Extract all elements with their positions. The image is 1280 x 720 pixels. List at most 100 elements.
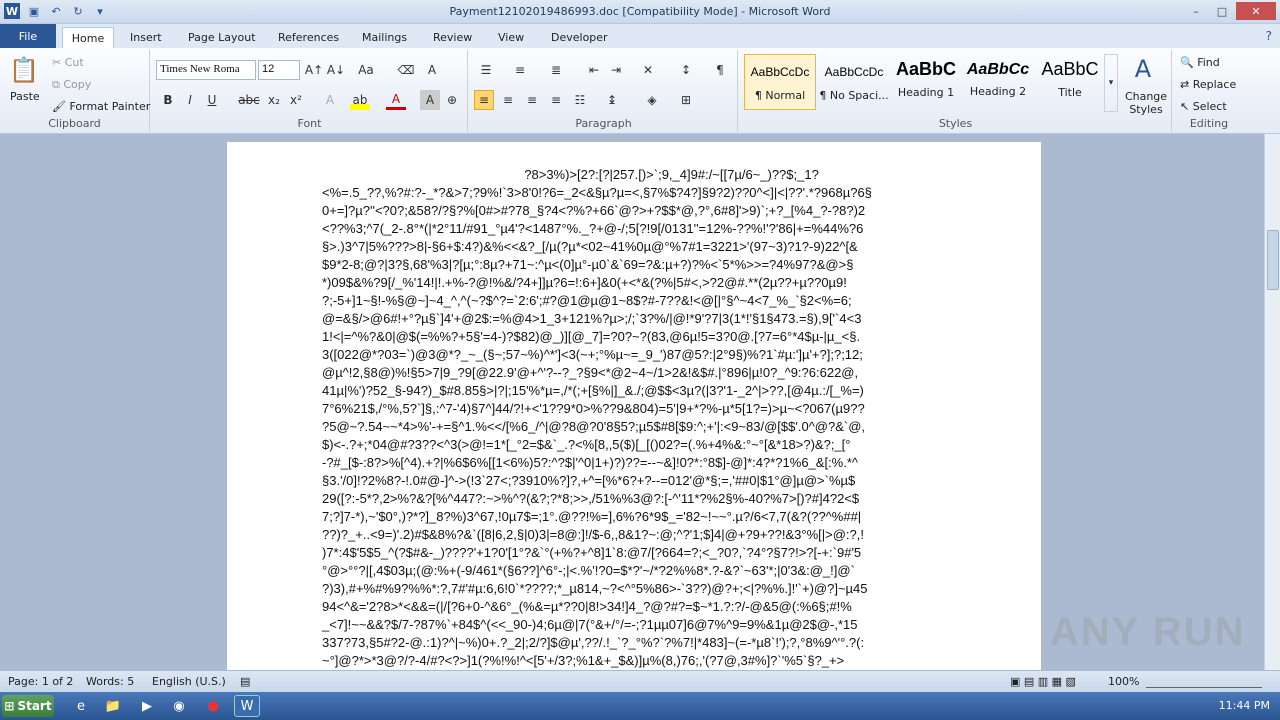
subscript-button[interactable]: x₂ (264, 90, 284, 110)
opera-icon[interactable]: ● (200, 695, 226, 717)
taskbar: ⊞ Start e 📁 ▶ ◉ ● W 11:44 PM (0, 692, 1280, 720)
clipboard-group: 📋 Paste ✂ Cut ⧉ Copy 🖌 Format Painter Cl… (0, 50, 150, 132)
editing-label: Editing (1189, 117, 1229, 130)
borders-icon[interactable]: ⊞ (676, 90, 696, 110)
window-controls: – □ ✕ (1184, 2, 1276, 20)
tab-home[interactable]: Home (62, 27, 114, 48)
bullets-icon[interactable]: ☰ (476, 60, 496, 80)
style-preview: AaBbC (1041, 59, 1099, 79)
view-buttons[interactable]: ▣ ▤ ▥ ▦ ▧ (1010, 675, 1076, 688)
align-center-icon[interactable]: ≡ (498, 90, 518, 110)
text-effects-icon[interactable]: A (320, 90, 340, 110)
asian-layout-icon[interactable]: ✕ (638, 60, 658, 80)
multilevel-list-icon[interactable]: ≣ (546, 60, 566, 80)
strikethrough-button[interactable]: abc (236, 90, 262, 110)
paragraph-group: ☰ ≡ ≣ ⇤ ⇥ ✕ ↕ ¶ ≡ ≡ ≡ ≡ ☷ ↨ ◈ ⊞ Paragrap… (470, 50, 738, 132)
media-player-icon[interactable]: ▶ (134, 695, 160, 717)
start-button[interactable]: ⊞ Start (2, 695, 54, 717)
replace-label: Replace (1192, 78, 1237, 91)
tab-view[interactable]: View (490, 27, 532, 48)
cut-button[interactable]: ✂ Cut (52, 56, 84, 69)
title-bar: W ▣ ↶ ↻ ▾ Payment12102019486993.doc [Com… (0, 0, 1280, 24)
style-label: Heading 1 (897, 86, 955, 99)
change-case-icon[interactable]: Aa (356, 60, 376, 80)
styles-scroll-icon[interactable]: ▾ (1104, 54, 1118, 112)
tab-page-layout[interactable]: Page Layout (180, 27, 264, 48)
minimize-icon[interactable]: – (1184, 2, 1208, 20)
word-taskbar-icon[interactable]: W (234, 695, 260, 717)
style-normal[interactable]: AaBbCcDc ¶ Normal (744, 54, 816, 110)
tab-references[interactable]: References (270, 27, 347, 48)
enclose-characters-icon[interactable]: ⊕ (442, 90, 462, 110)
style-no-spacing[interactable]: AaBbCcDc ¶ No Spaci... (818, 54, 890, 110)
maximize-icon[interactable]: □ (1210, 2, 1234, 20)
justify-icon[interactable]: ≡ (546, 90, 566, 110)
editing-group: 🔍 Find ⇄ Replace ↖ Select Editing (1174, 50, 1244, 132)
page-count[interactable]: Page: 1 of 2 (8, 675, 73, 688)
clock: 11:44 PM (1218, 699, 1270, 712)
close-icon[interactable]: ✕ (1236, 2, 1276, 20)
select-label: Select (1192, 100, 1227, 113)
character-shading-icon[interactable]: A (420, 90, 440, 110)
decrease-indent-icon[interactable]: ⇤ (584, 60, 604, 80)
bold-button[interactable]: B (158, 90, 178, 110)
numbering-icon[interactable]: ≡ (510, 60, 530, 80)
language[interactable]: English (U.S.) (152, 675, 226, 688)
select-button[interactable]: ↖ Select (1180, 100, 1227, 113)
tab-mailings[interactable]: Mailings (354, 27, 415, 48)
replace-button[interactable]: ⇄ Replace (1180, 78, 1236, 91)
clipboard-label: Clipboard (48, 117, 101, 130)
vertical-scrollbar[interactable] (1264, 134, 1280, 670)
paste-icon[interactable]: 📋 (9, 54, 39, 86)
change-styles-button[interactable]: Change Styles (1124, 90, 1168, 116)
cut-label: Cut (64, 56, 84, 69)
underline-button[interactable]: U (202, 90, 222, 110)
tab-developer[interactable]: Developer (543, 27, 616, 48)
explorer-icon[interactable]: 📁 (100, 695, 126, 717)
style-heading-1[interactable]: AaBbC Heading 1 (890, 54, 962, 110)
shrink-font-icon[interactable]: A↓ (326, 60, 346, 80)
ie-icon[interactable]: e (68, 695, 94, 717)
tab-review[interactable]: Review (425, 27, 480, 48)
sort-icon[interactable]: ↕ (676, 60, 696, 80)
italic-button[interactable]: I (180, 90, 200, 110)
style-label: Title (1058, 86, 1082, 99)
align-left-icon[interactable]: ≡ (474, 90, 494, 110)
document-text[interactable]: ?8>3%)>[2?:[?|257.[)>`;9,_4]9#:/~[[7µ/6~… (322, 166, 942, 670)
grow-font-icon[interactable]: A↑ (304, 60, 324, 80)
font-name-select[interactable]: Times New Roma (156, 60, 256, 80)
word-count[interactable]: Words: 5 (86, 675, 134, 688)
scrollbar-thumb[interactable] (1267, 230, 1279, 290)
align-right-icon[interactable]: ≡ (522, 90, 542, 110)
style-title[interactable]: AaBbC Title (1034, 54, 1106, 110)
show-formatting-icon[interactable]: ¶ (710, 60, 730, 80)
zoom-slider[interactable] (1146, 676, 1262, 688)
superscript-button[interactable]: x² (286, 90, 306, 110)
document-page[interactable]: ?8>3%)>[2?:[?|257.[)>`;9,_4]9#:/~[[7µ/6~… (227, 142, 1041, 672)
increase-indent-icon[interactable]: ⇥ (606, 60, 626, 80)
zoom-level[interactable]: 100% (1108, 675, 1139, 688)
style-preview: AaBbCc (966, 61, 1030, 78)
shading-icon[interactable]: ◈ (642, 90, 662, 110)
change-styles-icon[interactable]: A (1128, 54, 1158, 84)
copy-button[interactable]: ⧉ Copy (52, 78, 91, 92)
font-color-icon[interactable]: A (386, 90, 406, 110)
format-painter-button[interactable]: 🖌 Format Painter (52, 100, 150, 113)
chrome-icon[interactable]: ◉ (166, 695, 192, 717)
character-border-icon[interactable]: A (422, 60, 442, 80)
line-spacing-icon[interactable]: ↨ (602, 90, 622, 110)
copy-label: Copy (63, 78, 92, 91)
distributed-icon[interactable]: ☷ (570, 90, 590, 110)
font-size-select[interactable]: 12 (258, 60, 300, 80)
ribbon: 📋 Paste ✂ Cut ⧉ Copy 🖌 Format Painter Cl… (0, 48, 1280, 134)
find-button[interactable]: 🔍 Find (1180, 56, 1220, 69)
style-label: ¶ No Spaci... (819, 89, 889, 102)
macro-icon[interactable]: ▤ (240, 675, 250, 688)
clear-formatting-icon[interactable]: ⌫ (396, 60, 416, 80)
help-icon[interactable]: ? (1266, 29, 1272, 43)
highlight-icon[interactable]: ab (350, 90, 370, 110)
tab-file[interactable]: File (0, 24, 56, 48)
paste-button[interactable]: Paste (10, 90, 40, 103)
tab-insert[interactable]: Insert (122, 27, 170, 48)
style-heading-2[interactable]: AaBbCc Heading 2 (962, 54, 1034, 110)
